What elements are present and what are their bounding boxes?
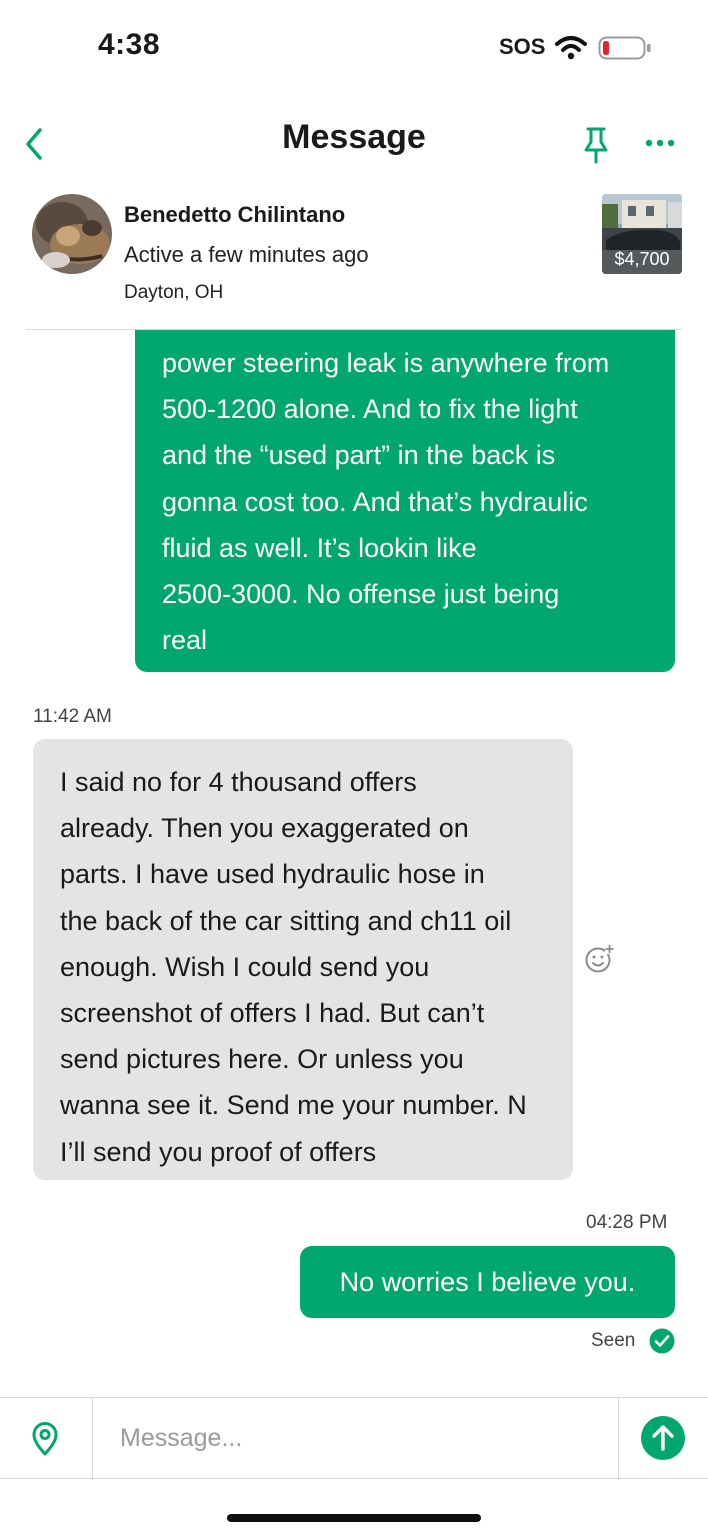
- message-line: 500-1200 alone. And to fix the light: [162, 394, 578, 425]
- composer-divider: [92, 1398, 93, 1480]
- contact-status: Active a few minutes ago: [124, 242, 369, 267]
- message-line: the back of the car sitting and ch11 oil: [60, 905, 512, 936]
- composer-divider: [618, 1398, 619, 1480]
- wifi-icon: [555, 36, 587, 60]
- status-time: 4:38: [98, 28, 161, 61]
- outgoing-message[interactable]: power steering leak is anywhere from 500…: [135, 330, 675, 672]
- message-line: power steering leak is anywhere from: [162, 348, 610, 378]
- arrow-up-icon: [652, 1425, 674, 1451]
- listing-thumbnail[interactable]: $4,700: [602, 194, 682, 274]
- contact-info: Benedetto Chilintano Active a few minute…: [0, 190, 708, 330]
- outgoing-message[interactable]: No worries I believe you.: [300, 1246, 675, 1318]
- pin-icon[interactable]: [580, 124, 612, 164]
- header: Message: [0, 100, 708, 180]
- message-line: gonna cost too. And that’s hydraulic: [162, 486, 588, 517]
- read-receipt: Seen: [591, 1330, 636, 1351]
- add-reaction-icon[interactable]: [584, 944, 614, 974]
- message-line: I’ll send you proof of offers: [60, 1136, 377, 1167]
- message-line: wanna see it. Send me your number. N: [60, 1090, 527, 1121]
- message-timestamp: 04:28 PM: [586, 1212, 668, 1233]
- avatar[interactable]: [32, 194, 112, 274]
- listing-price: $4,700: [614, 249, 670, 269]
- more-dots-icon[interactable]: [640, 130, 680, 156]
- check-circle-icon: [649, 1328, 675, 1354]
- message-line: screenshot of offers I had. But can’t: [60, 998, 485, 1029]
- message-line: parts. I have used hydraulic hose in: [60, 859, 485, 890]
- contact-name[interactable]: Benedetto Chilintano: [124, 202, 345, 228]
- message-thread[interactable]: power steering leak is anywhere from 500…: [0, 330, 708, 1396]
- message-line: enough. Wish I could send you: [60, 951, 430, 982]
- send-button[interactable]: [641, 1416, 685, 1460]
- status-carrier: SOS: [499, 34, 546, 59]
- location-pin-icon[interactable]: [30, 1422, 60, 1456]
- message-line: already. Then you exaggerated on: [60, 813, 469, 844]
- message-timestamp: 11:42 AM: [33, 706, 112, 727]
- message-line: I said no for 4 thousand offers: [60, 767, 417, 797]
- message-input[interactable]: [108, 1414, 604, 1462]
- message-line: real: [162, 625, 208, 656]
- incoming-message[interactable]: I said no for 4 thousand offers already.…: [33, 739, 573, 1180]
- message-line: 2500-3000. No offense just being: [162, 579, 560, 610]
- message-line: and the “used part” in the back is: [162, 440, 556, 471]
- home-indicator[interactable]: [227, 1514, 481, 1522]
- battery-icon: [598, 36, 651, 60]
- message-line: send pictures here. Or unless you: [60, 1044, 464, 1075]
- message-composer: [0, 1397, 708, 1480]
- message-line: fluid as well. It’s lookin like: [162, 532, 477, 563]
- avatar-image: [32, 194, 112, 274]
- status-bar: 4:38 SOS: [0, 0, 708, 96]
- contact-location: Dayton, OH: [124, 282, 224, 303]
